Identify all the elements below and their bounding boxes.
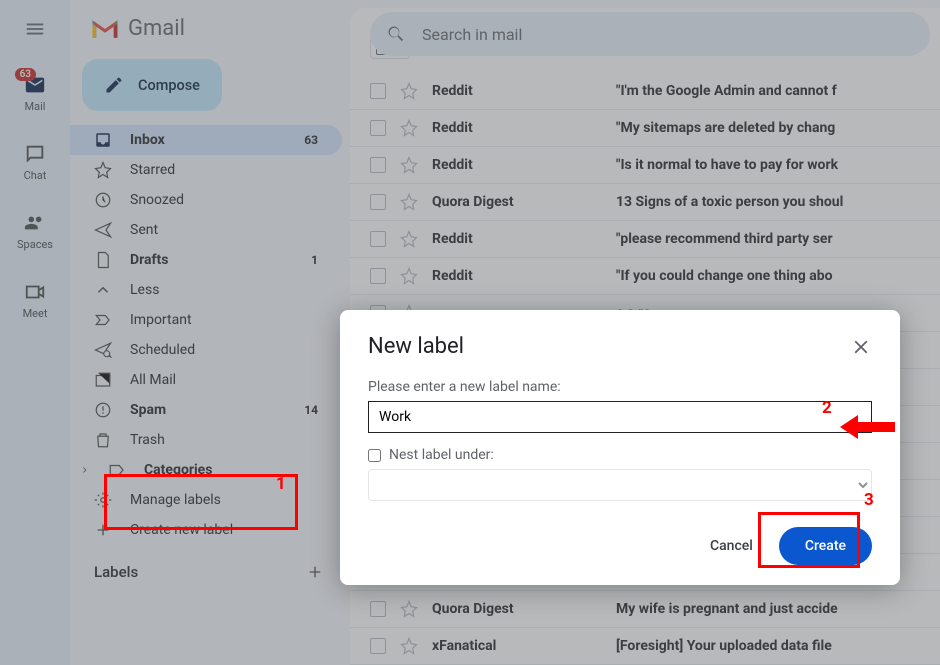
- annotation-number-1: 1: [276, 474, 286, 494]
- nest-parent-select[interactable]: [368, 469, 872, 501]
- nest-label-text: Nest label under:: [389, 447, 494, 463]
- label-name-input[interactable]: [368, 401, 872, 433]
- annotation-box-3: [758, 512, 860, 568]
- annotation-box-1: [104, 474, 298, 530]
- annotation-arrow: [840, 412, 900, 442]
- nest-checkbox[interactable]: [368, 449, 381, 462]
- close-icon[interactable]: [850, 336, 872, 358]
- annotation-number-2: 2: [822, 398, 832, 418]
- label-name-prompt: Please enter a new label name:: [368, 379, 872, 395]
- annotation-number-3: 3: [864, 490, 874, 510]
- dialog-title: New label: [368, 334, 464, 359]
